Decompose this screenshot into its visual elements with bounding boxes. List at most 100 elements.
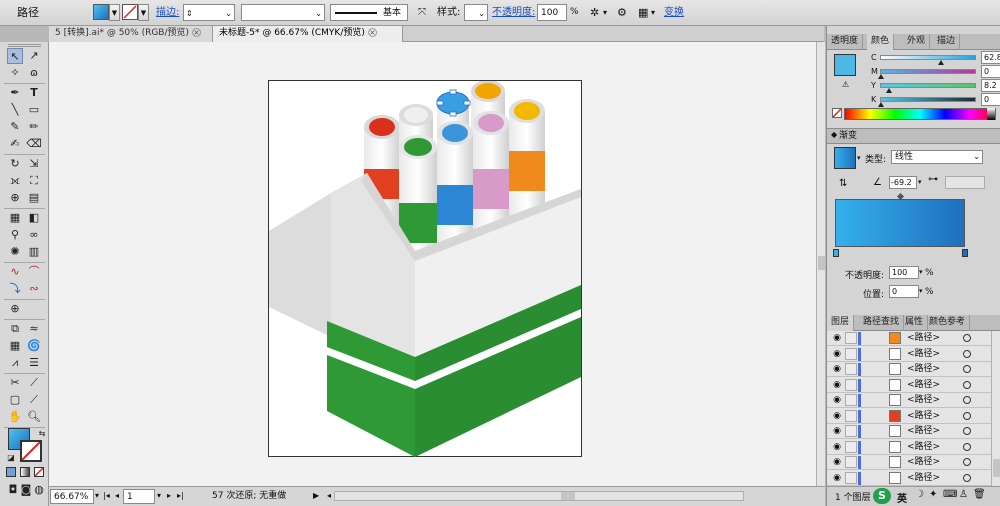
lock-toggle[interactable] bbox=[845, 363, 857, 375]
magic-wand-tool-icon[interactable]: ✧ bbox=[7, 65, 23, 81]
lock-toggle[interactable] bbox=[845, 332, 857, 344]
color-spectrum[interactable] bbox=[844, 108, 996, 120]
curve-tool-icon[interactable]: ∿ bbox=[7, 264, 23, 280]
slice-tool-icon[interactable]: ✂ bbox=[7, 375, 23, 391]
channel-value[interactable]: 62.89 bbox=[981, 51, 1000, 64]
layer-name[interactable]: <路径> bbox=[907, 331, 940, 345]
target-circle-icon[interactable] bbox=[963, 411, 971, 420]
layer-name[interactable]: <路径> bbox=[907, 362, 940, 376]
tab-stroke[interactable]: 描边 bbox=[933, 34, 961, 50]
free-transform-tool-icon[interactable]: ⛶ bbox=[26, 173, 42, 189]
visibility-eye-icon[interactable]: ◉ bbox=[831, 442, 843, 452]
status-menu-arrow-icon[interactable]: ▶ bbox=[313, 489, 319, 504]
close-icon[interactable]: × bbox=[367, 28, 377, 37]
color-mode-icon[interactable] bbox=[6, 467, 16, 477]
chevron-down-icon[interactable]: ▾ bbox=[651, 4, 655, 21]
opacity-input[interactable]: 100 bbox=[537, 4, 567, 21]
slider-thumb[interactable] bbox=[878, 102, 884, 107]
visibility-eye-icon[interactable]: ◉ bbox=[831, 364, 843, 374]
visibility-eye-icon[interactable]: ◉ bbox=[831, 395, 843, 405]
brush-dropdown[interactable]: 基本 bbox=[330, 4, 408, 21]
perspective-grid-tool-icon[interactable]: ▦ bbox=[7, 210, 23, 226]
layer-row[interactable]: ◉ <路径> bbox=[827, 331, 991, 346]
vertical-scrollbar[interactable] bbox=[816, 42, 825, 486]
stroke-weight-spinner-icon[interactable]: ⇕ bbox=[186, 5, 193, 22]
ime-logo-icon[interactable]: S bbox=[873, 488, 891, 504]
tab-color-guide[interactable]: 颜色参考 bbox=[925, 315, 971, 331]
channel-slider[interactable] bbox=[880, 69, 976, 74]
chevron-down-icon[interactable]: ▾ bbox=[918, 178, 922, 186]
eyedropper-tool-icon[interactable]: ⚲ bbox=[7, 227, 23, 243]
panel-collapse-icon[interactable]: ◆ bbox=[831, 130, 837, 139]
target-circle-icon[interactable] bbox=[963, 365, 971, 373]
channel-c[interactable]: C 62.89 bbox=[871, 51, 1000, 65]
style-dropdown[interactable]: ⌄ bbox=[464, 4, 488, 21]
shape-builder-tool-icon[interactable]: ⊕ bbox=[7, 190, 23, 206]
panel-grip[interactable] bbox=[8, 44, 41, 47]
chevron-down-icon[interactable]: ▾ bbox=[157, 489, 161, 504]
tab-document-1[interactable]: 5 [转换].ai* @ 50% (RGB/预览) × bbox=[49, 26, 213, 42]
channel-y[interactable]: Y 8.2 bbox=[871, 79, 1000, 93]
gradient-type-select[interactable]: 线性 ⌄ bbox=[891, 150, 983, 164]
variable-width-dropdown[interactable]: ⌄ bbox=[241, 4, 325, 21]
blend-tool-icon[interactable]: ∞ bbox=[26, 227, 42, 243]
scrollbar-thumb[interactable] bbox=[818, 256, 825, 270]
visibility-eye-icon[interactable]: ◉ bbox=[831, 457, 843, 467]
scrollbar-thumb[interactable] bbox=[993, 459, 1000, 477]
hand-tool-icon[interactable]: ✋ bbox=[7, 409, 23, 425]
gradient-aspect-input[interactable] bbox=[945, 176, 985, 189]
gradient-angle-input[interactable]: -69.2 bbox=[889, 176, 917, 189]
target-circle-icon[interactable] bbox=[963, 349, 971, 358]
trash-icon[interactable]: 🗑︎ bbox=[973, 489, 986, 500]
lasso-tool-icon[interactable]: ɷ bbox=[26, 65, 42, 81]
tab-transparency[interactable]: 透明度 bbox=[827, 34, 864, 50]
scale-tool-icon[interactable]: ⇲ bbox=[26, 156, 42, 172]
channel-slider[interactable] bbox=[880, 55, 976, 60]
none-mode-icon[interactable] bbox=[34, 467, 44, 477]
layer-list[interactable]: ◉ <路径> ◉ <路径> ◉ <路径> ◉ <路径> ◉ <路径> ◉ <路径> ◉ <路径> ◉ <路径>… bbox=[827, 331, 991, 486]
pencil-tool-icon[interactable]: ✏ bbox=[26, 119, 42, 135]
join-tool-icon[interactable]: ∾ bbox=[26, 281, 42, 297]
tab-document-2[interactable]: 未标题-5* @ 66.67% (CMYK/预览) × bbox=[213, 26, 403, 42]
channel-k[interactable]: K 0 bbox=[871, 93, 1000, 107]
layer-row[interactable]: ◉ <路径> bbox=[827, 408, 991, 424]
layer-row[interactable]: ◉ <路径> bbox=[827, 424, 991, 439]
reverse-gradient-icon[interactable]: ⇅ bbox=[839, 178, 847, 189]
tab-appearance[interactable]: 外观 bbox=[903, 34, 931, 50]
layer-row[interactable]: ◉ <路径> bbox=[827, 393, 991, 408]
gradient-tool-icon[interactable]: ◧ bbox=[26, 210, 42, 226]
channel-slider[interactable] bbox=[880, 83, 976, 88]
stroke-swatch[interactable] bbox=[122, 4, 138, 20]
lock-toggle[interactable] bbox=[845, 471, 857, 484]
color-fill-swatch[interactable] bbox=[834, 54, 856, 76]
out-of-gamut-icon[interactable]: ⚠ bbox=[842, 80, 849, 89]
target-circle-icon[interactable] bbox=[963, 473, 971, 482]
lock-toggle[interactable] bbox=[845, 378, 857, 391]
zoom-tool-icon[interactable]: 🔍︎ bbox=[26, 409, 42, 425]
layers-scrollbar[interactable] bbox=[991, 331, 1000, 486]
visibility-eye-icon[interactable]: ◉ bbox=[831, 380, 843, 390]
stroke-weight-field[interactable]: ⇕ ⌄ bbox=[183, 4, 235, 21]
warp-tool-icon[interactable]: ≈ bbox=[26, 321, 42, 337]
chevron-down-icon[interactable]: ▾ bbox=[603, 4, 607, 21]
lock-toggle[interactable] bbox=[845, 456, 857, 468]
width-tool-icon[interactable]: ⟗ bbox=[7, 173, 23, 189]
page-field[interactable]: 1 bbox=[123, 489, 155, 504]
channel-m[interactable]: M 0 bbox=[871, 65, 1000, 79]
gradient-stop-end[interactable] bbox=[962, 249, 968, 257]
selection-tool-icon[interactable]: ↖ bbox=[7, 48, 23, 64]
transform-link[interactable]: 变换 bbox=[664, 4, 684, 21]
layer-name[interactable]: <路径> bbox=[907, 471, 940, 485]
lock-toggle[interactable] bbox=[845, 347, 857, 360]
gradient-mode-icon[interactable] bbox=[20, 467, 30, 477]
target-circle-icon[interactable] bbox=[963, 458, 971, 466]
layer-name[interactable]: <路径> bbox=[907, 393, 940, 407]
target-circle-icon[interactable] bbox=[963, 442, 971, 451]
target-circle-icon[interactable] bbox=[963, 396, 971, 404]
knife-tool-icon[interactable]: ⟋ bbox=[26, 392, 42, 408]
lock-toggle[interactable] bbox=[845, 409, 857, 422]
rotate-tool-icon[interactable]: ↻ bbox=[7, 156, 23, 172]
punctuation-icon[interactable]: ✦ bbox=[929, 489, 937, 500]
graph-tool-icon[interactable]: ▦ bbox=[7, 338, 23, 354]
chevron-down-icon[interactable]: ▾ bbox=[919, 268, 923, 276]
